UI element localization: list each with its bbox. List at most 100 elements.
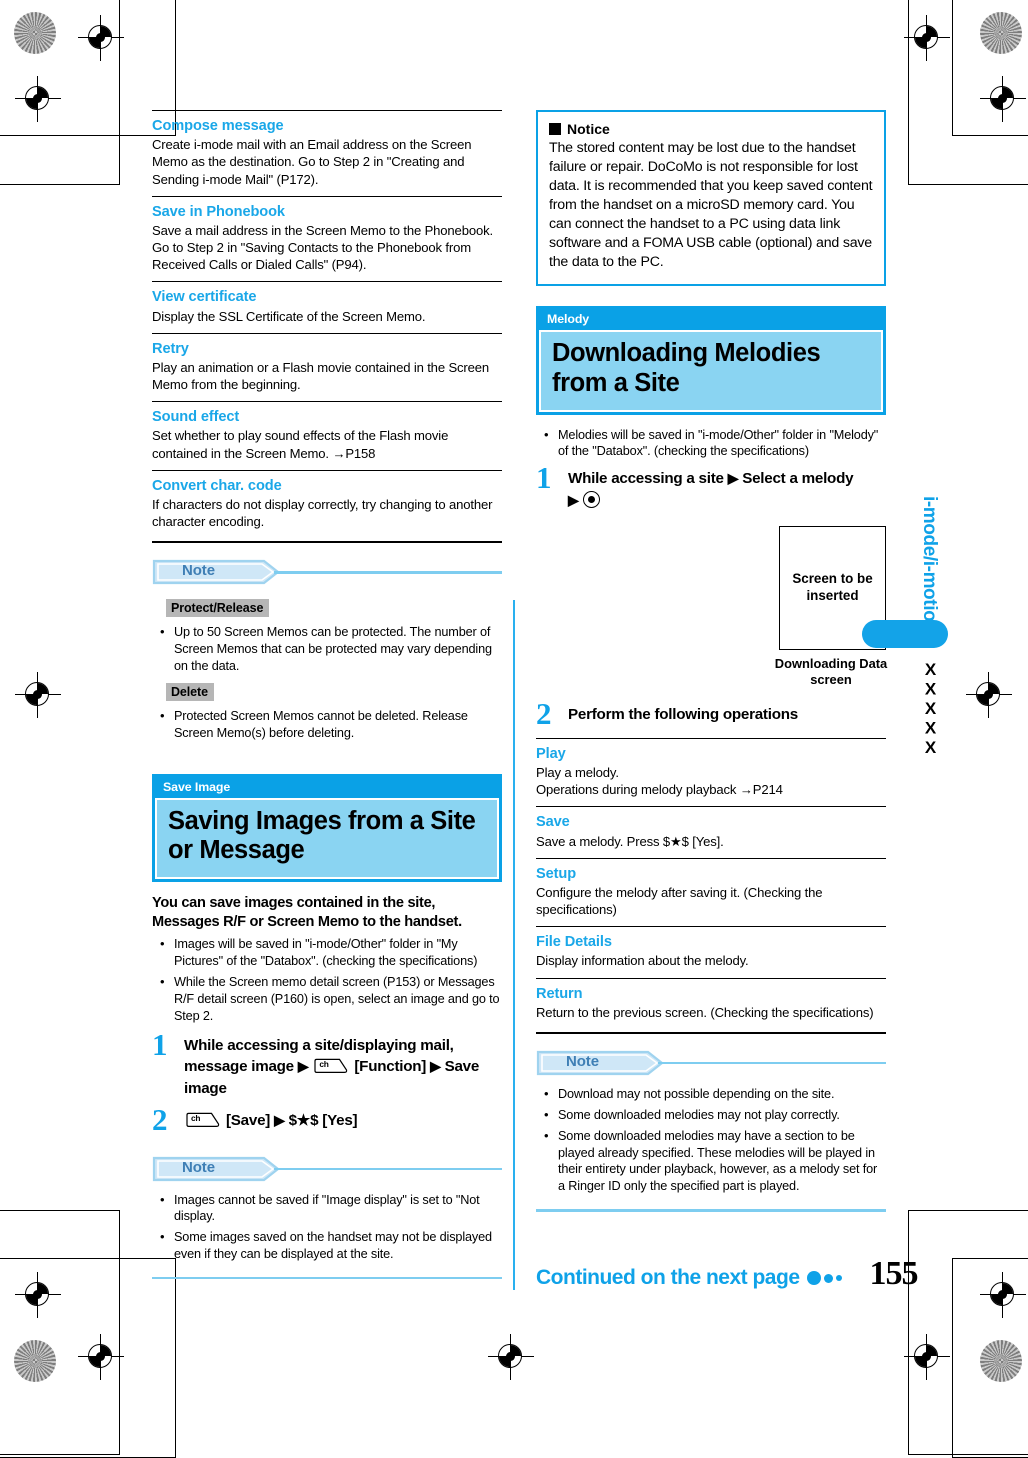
function-body: Create i-mode mail with an Email address… [152,137,472,187]
step-1: 1 While accessing a site ▶ Select a melo… [536,462,886,511]
notice-heading: Notice [549,120,873,138]
registration-mark-bottom-center [488,1334,534,1380]
divider [152,469,502,471]
function-title: Retry [152,340,189,357]
side-tab-label: i-mode/i-motion [919,496,940,633]
note-label: Note [182,562,215,580]
note-bottom-rule [152,1277,502,1280]
operation-entry-setup: Setup Configure the melody after saving … [536,865,886,919]
function-body: If characters do not display correctly, … [152,496,493,530]
step-number: 1 [152,1026,168,1062]
right-column: Notice The stored content may be lost du… [536,110,887,1212]
operation-entry-return: Return Return to the previous screen. (C… [536,985,886,1021]
ch-key-icon: ch [313,1058,349,1074]
divider [536,1031,886,1034]
list-item: Melodies will be saved in "i-mode/Other"… [536,426,886,461]
function-body: Set whether to play sound effects of the… [152,428,449,461]
color-registration-patch-bottom-left [14,1340,56,1382]
operation-body: Save a melody. Press $★$ [Yes]. [536,833,724,849]
list-item: Protected Screen Memos cannot be deleted… [152,707,502,742]
section-kicker: Save Image [163,779,231,794]
operation-title: Setup [536,865,577,882]
function-body: Save a mail address in the Screen Memo t… [152,222,493,273]
function-body: Display the SSL Certificate of the Scree… [152,308,426,324]
note-group-protect-release: Protect/Release Up to 50 Screen Memos ca… [152,595,502,675]
notice-box: Notice The stored content may be lost du… [536,110,886,287]
section-header-melody: Melody Downloading Melodies from a Site [536,306,886,415]
registration-mark-mid-right [966,672,1012,718]
list-item: Some downloaded melodies may not play co… [536,1106,886,1124]
divider [536,737,886,739]
function-title: Compose message [152,118,284,134]
note-rule [658,1061,886,1065]
operation-body: Display information about the melody. [536,953,749,969]
function-title: Save in Phonebook [152,203,285,220]
step-2: 2 ch [Save] ▶ $★$ [Yes] [152,1104,502,1136]
note-label: Note [566,1052,599,1070]
operation-title: Play [536,745,566,762]
note-bottom-rule [536,1209,886,1212]
operation-body: Play a melody. Operations during melody … [536,764,783,798]
color-registration-patch-bottom-right [980,1340,1022,1382]
operation-title: Return [536,985,583,1002]
arrow-right-icon: ▶ [297,1058,309,1075]
side-tab-code: XXXXX [921,660,940,758]
step-text-part: [Function] [354,1058,427,1076]
function-title: View certificate [152,289,257,306]
left-column: Compose message Create i-mode mail with … [152,110,502,1280]
note-list: Protected Screen Memos cannot be deleted… [152,707,502,742]
filled-square-icon [549,123,561,136]
step-text-part: $★$ [Yes] [288,1111,358,1129]
step-1: 1 While accessing a site/displaying mail… [152,1029,502,1100]
arrow-right-icon: ▶ [274,1111,285,1128]
crop-corner-bottom-left-2 [0,1210,120,1455]
step-text: While accessing a site ▶ Select a melody… [568,468,886,511]
operation-entry-play: Play Play a melody. Operations during me… [536,745,886,799]
registration-mark-mid-left [15,672,61,718]
ch-key-label: ch [319,1059,329,1070]
continued-label: Continued on the next page [536,1266,800,1289]
divider [152,195,502,197]
note-group-label: Delete [166,682,214,701]
operation-title: File Details [536,934,612,951]
function-entry-save-in-phonebook: Save in Phonebook Save a mail address in… [152,203,502,274]
note-group-delete: Delete Protected Screen Memos cannot be … [152,679,502,742]
figure-caption: Downloading Data screen [774,655,888,687]
section-title: Downloading Melodies from a Site [539,330,883,412]
step-text: Perform the following operations [568,705,798,723]
center-select-key-icon [582,490,600,508]
ch-key-icon: ch [185,1112,221,1128]
function-entry-compose-message: Compose message Create i-mode mail with … [152,117,502,188]
list-item: While the Screen memo detail screen (P15… [152,973,502,1025]
section-bullets: Melodies will be saved in "i-mode/Other"… [536,426,886,461]
function-title: Sound effect [152,409,240,426]
note-list: Up to 50 Screen Memos can be protected. … [152,623,502,675]
operation-entry-file-details: File Details Display information about t… [536,933,886,969]
list-item: Some images saved on the handset may not… [152,1228,502,1263]
note-group-label: Protect/Release [166,599,270,618]
function-entry-retry: Retry Play an animation or a Flash movie… [152,340,502,394]
note-banner: Note [152,1156,502,1182]
section-kicker: Melody [547,312,590,327]
note-tag-shape [152,1156,280,1182]
list-item: Some downloaded melodies may have a sect… [536,1127,886,1196]
list-item: Up to 50 Screen Memos can be protected. … [152,623,502,675]
step-text-part: Select a melody [742,470,854,488]
color-registration-patch-top-left [14,12,56,54]
section-title: Saving Images from a Site or Message [155,797,499,879]
note-list: Images cannot be saved if "Image display… [152,1191,502,1264]
function-title: Convert char. code [152,477,282,494]
column-divider [513,600,515,1290]
list-item: Download may not possible depending on t… [536,1085,886,1103]
section-header-save-image: Save Image Saving Images from a Site or … [152,773,502,882]
operation-body: Configure the melody after saving it. (C… [536,884,823,918]
notice-body: The stored content may be lost due to th… [549,140,873,271]
divider [536,857,886,859]
divider [536,926,886,928]
operation-title: Save [536,814,570,831]
note-label: Note [182,1158,215,1176]
step-text: While accessing a site/displaying mail, … [184,1035,502,1100]
step-text-part: [Save] [225,1111,271,1129]
page-number: 155 [869,1255,919,1292]
function-body: Play an animation or a Flash movie conta… [152,359,490,393]
